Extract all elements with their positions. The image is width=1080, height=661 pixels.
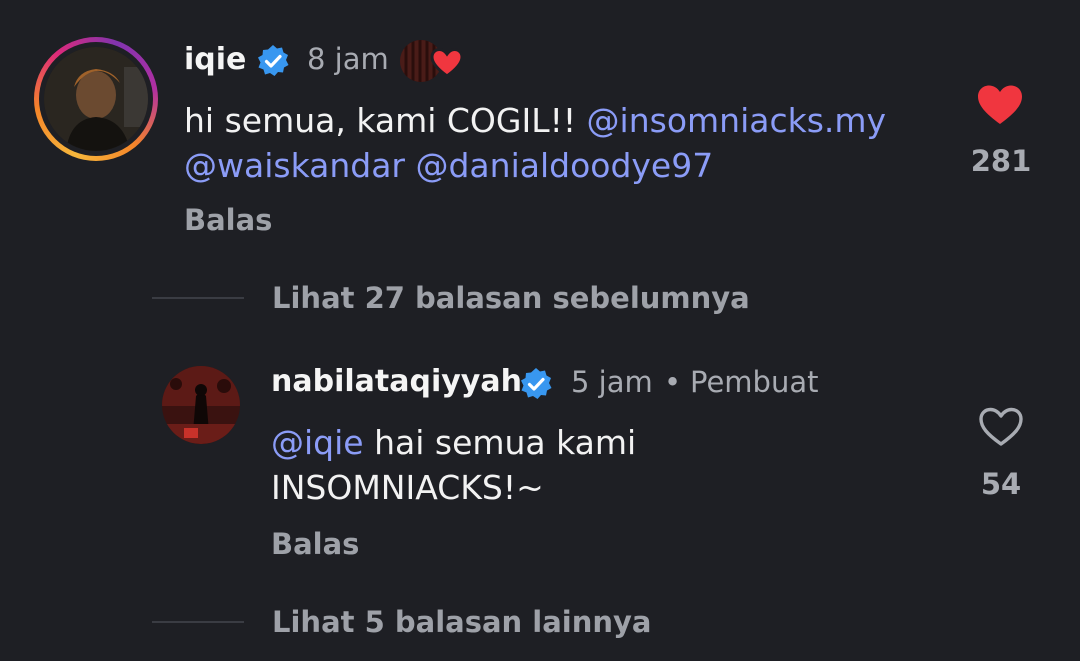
reply-button[interactable]: Balas xyxy=(184,203,272,237)
heart-icon xyxy=(430,48,464,78)
reply-button[interactable]: Balas xyxy=(271,527,359,561)
comment-thread: iqie 8 jam hi semua, kami COGIL!! @insom… xyxy=(0,0,1080,661)
divider xyxy=(152,621,244,623)
like-count: 281 xyxy=(970,144,1032,178)
reply-text: @iqie hai semua kami INSOMNIACKS!~ xyxy=(271,420,911,510)
comment-timestamp: 8 jam xyxy=(307,42,389,76)
avatar[interactable] xyxy=(44,47,148,151)
reply-timestamp: 5 jam xyxy=(571,365,653,399)
comment-text: hi semua, kami COGIL!! @insomniacks.my @… xyxy=(184,98,944,188)
reply-username[interactable]: nabilataqiyyah xyxy=(271,364,522,399)
like-heart-outline-icon[interactable] xyxy=(977,406,1025,448)
like-heart-icon[interactable] xyxy=(976,84,1024,126)
comment-body: hi semua, kami COGIL!! xyxy=(184,101,587,140)
mention-link[interactable]: @waiskandar xyxy=(184,146,405,185)
like-count: 54 xyxy=(980,467,1022,501)
mention-link[interactable]: @danialdoodye97 xyxy=(415,146,713,185)
view-more-replies-label[interactable]: Lihat 5 balasan lainnya xyxy=(272,605,652,639)
verified-badge-icon xyxy=(521,368,552,399)
reply-body-line2: INSOMNIACKS!~ xyxy=(271,468,544,507)
meta-separator: • xyxy=(664,365,682,399)
creator-label: Pembuat xyxy=(690,365,819,399)
creator-liked-indicator xyxy=(400,38,466,82)
divider xyxy=(152,297,244,299)
comment-username[interactable]: iqie xyxy=(184,42,246,77)
mention-link[interactable]: @insomniacks.my xyxy=(587,101,887,140)
reply-body-line1: hai semua kami xyxy=(363,423,637,462)
avatar[interactable] xyxy=(162,366,240,444)
verified-badge-icon xyxy=(258,45,289,76)
mention-link[interactable]: @iqie xyxy=(271,423,364,462)
view-previous-replies-label[interactable]: Lihat 27 balasan sebelumnya xyxy=(272,281,750,315)
